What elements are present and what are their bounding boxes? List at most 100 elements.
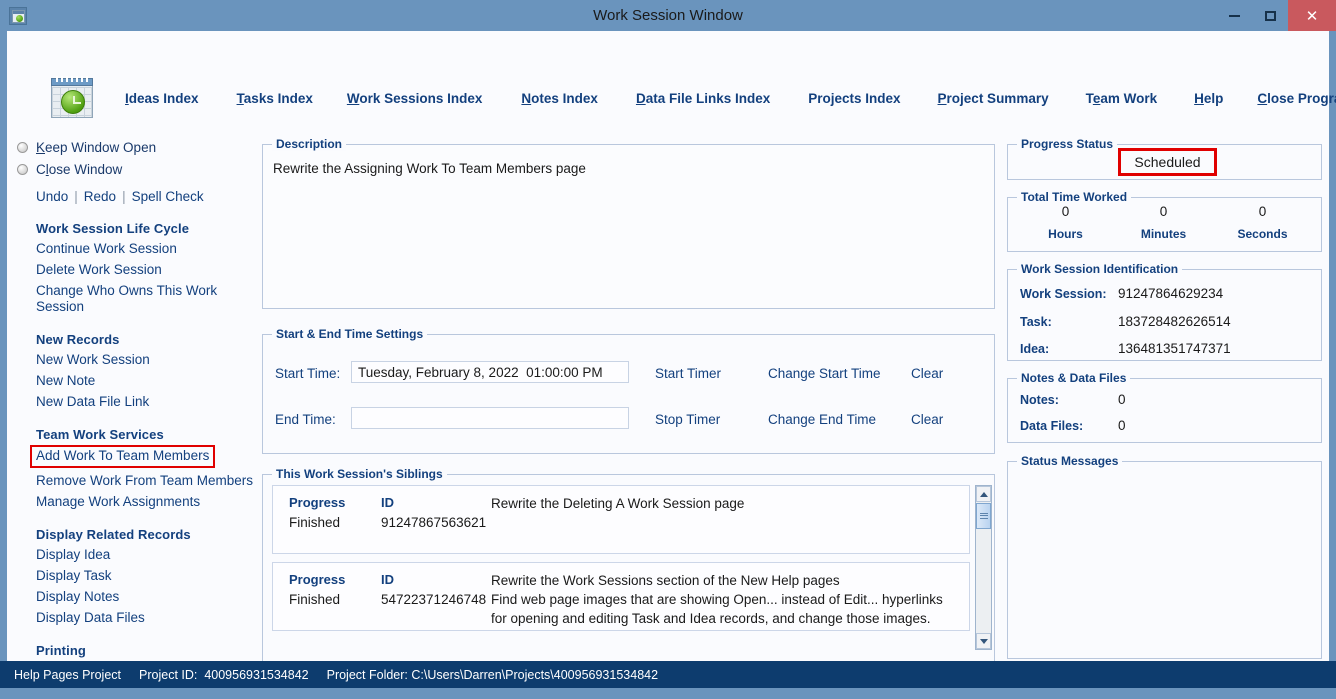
window-title: Work Session Window (0, 0, 1336, 31)
sidebar-item-change-who-owns-this-work-session[interactable]: Change Who Owns This Work Session (36, 283, 257, 315)
grip-icon (980, 513, 988, 519)
statusbar-project-name: Help Pages Project (14, 668, 121, 682)
status-bar: Help Pages Project Project ID: 400956931… (0, 661, 1336, 688)
change-end-time-link[interactable]: Change End Time (768, 412, 876, 427)
radio-circle-icon (17, 142, 28, 153)
clear-end-time-link[interactable]: Clear (911, 412, 943, 427)
menu-item-data-file-links-index[interactable]: Data File Links Index (636, 91, 770, 106)
total-time-worked-title: Total Time Worked (1017, 190, 1131, 204)
sidebar-item-remove-work-from-team-members[interactable]: Remove Work From Team Members (36, 473, 257, 489)
sidebar-item-display-task[interactable]: Display Task (36, 568, 257, 584)
notes-data-files-title: Notes & Data Files (1017, 371, 1130, 385)
radio-circle-icon (17, 164, 28, 175)
edit-actions: Undo | Redo | Spell Check (36, 189, 257, 204)
task-id-label: Task: (1020, 315, 1052, 329)
spell-check-link[interactable]: Spell Check (132, 189, 204, 204)
app-calendar-clock-icon (47, 73, 97, 123)
menu-item-work-sessions-index[interactable]: Work Sessions Index (347, 91, 483, 106)
sidebar-heading-printing: Printing (36, 643, 257, 658)
scroll-up-button[interactable] (976, 486, 991, 502)
sidebar-item-add-work-to-team-members[interactable]: Add Work To Team Members (30, 445, 215, 468)
minutes-caption: Minutes (1111, 227, 1216, 241)
end-time-input[interactable] (351, 407, 629, 429)
sidebar-item-new-note[interactable]: New Note (36, 373, 257, 389)
clear-start-time-link[interactable]: Clear (911, 366, 943, 381)
sibling-description: Rewrite the Work Sessions section of the… (491, 571, 956, 628)
stop-timer-link[interactable]: Stop Timer (655, 412, 720, 427)
radio-close-window[interactable]: Close Window (17, 158, 257, 180)
scroll-down-button[interactable] (976, 633, 991, 649)
sibling-progress-header: Progress (289, 495, 345, 510)
close-button[interactable]: ✕ (1288, 0, 1336, 31)
menu-item-projects-index[interactable]: Projects Index (808, 91, 900, 106)
toolbar: Ideas Index Tasks Index Work Sessions Inde… (7, 31, 1329, 107)
statusbar-project-folder: Project Folder: C:\Users\Darren\Projects… (327, 668, 658, 682)
total-time-worked-panel: Total Time Worked 0 Hours 0 Minutes 0 Se… (1007, 197, 1322, 252)
sibling-progress-header: Progress (289, 572, 345, 587)
siblings-panel-title: This Work Session's Siblings (272, 467, 447, 481)
menu-item-tasks-index[interactable]: Tasks Index (237, 91, 313, 106)
sibling-id-header: ID (381, 572, 394, 587)
progress-status-value[interactable]: Scheduled (1118, 148, 1217, 176)
sidebar-item-manage-work-assignments[interactable]: Manage Work Assignments (36, 494, 257, 510)
end-time-label: End Time: (275, 412, 336, 427)
sibling-progress-value: Finished (289, 592, 340, 607)
work-session-id-value: 91247864629234 (1118, 286, 1223, 301)
redo-link[interactable]: Redo (84, 189, 116, 204)
sidebar-item-display-idea[interactable]: Display Idea (36, 547, 257, 563)
sidebar-window-mode-radios: Keep Window OpenClose Window (17, 136, 257, 180)
minutes-value: 0 (1111, 204, 1216, 219)
hours-column: 0 Hours (1013, 204, 1118, 241)
sidebar-item-continue-work-session[interactable]: Continue Work Session (36, 241, 257, 257)
menu-item-notes-index[interactable]: Notes Index (521, 91, 598, 106)
progress-status-panel: Progress Status Scheduled (1007, 144, 1322, 180)
window-controls: ✕ (1216, 0, 1336, 31)
seconds-value: 0 (1210, 204, 1315, 219)
data-files-count-label: Data Files: (1020, 419, 1083, 433)
menu-item-close-program[interactable]: Close Program (1257, 91, 1336, 106)
sibling-id-value: 54722371246748 (381, 592, 486, 607)
sidebar-item-new-work-session[interactable]: New Work Session (36, 352, 257, 368)
sibling-row[interactable]: ProgressIDFinished91247867563621Rewrite … (272, 485, 970, 554)
sidebar-item-new-data-file-link[interactable]: New Data File Link (36, 394, 257, 410)
siblings-scrollbar[interactable] (975, 485, 992, 650)
data-files-count-value: 0 (1118, 418, 1126, 433)
description-text[interactable]: Rewrite the Assigning Work To Team Membe… (273, 161, 586, 176)
work-session-identification-panel: Work Session Identification Work Session… (1007, 269, 1322, 361)
siblings-list[interactable]: ProgressIDFinished91247867563621Rewrite … (272, 485, 970, 650)
sidebar-sections: Work Session Life Cycle Continue Work Ses… (17, 221, 257, 679)
menu-item-ideas-index[interactable]: Ideas Index (125, 91, 199, 106)
window-bottom-frame (0, 688, 1336, 699)
client-area: Ideas Index Tasks Index Work Sessions Inde… (7, 31, 1329, 661)
sidebar-item-display-notes[interactable]: Display Notes (36, 589, 257, 605)
identification-title: Work Session Identification (1017, 262, 1182, 276)
change-start-time-link[interactable]: Change Start Time (768, 366, 881, 381)
undo-link[interactable]: Undo (36, 189, 68, 204)
start-time-input[interactable] (351, 361, 629, 383)
scrollbar-thumb[interactable] (976, 503, 991, 529)
sidebar-item-display-data-files[interactable]: Display Data Files (36, 610, 257, 626)
sidebar-item-delete-work-session[interactable]: Delete Work Session (36, 262, 257, 278)
start-timer-link[interactable]: Start Timer (655, 366, 721, 381)
description-panel: Description Rewrite the Assigning Work T… (262, 144, 995, 309)
sidebar-heading-display-related-records: Display Related Records (36, 527, 257, 542)
maximize-icon (1265, 11, 1276, 21)
sidebar-heading-work-session-life-cycle: Work Session Life Cycle (36, 221, 257, 236)
sidebar-heading-new-records: New Records (36, 332, 257, 347)
task-id-value: 183728482626514 (1118, 314, 1231, 329)
maximize-button[interactable] (1252, 0, 1288, 31)
idea-id-label: Idea: (1020, 342, 1049, 356)
minimize-button[interactable] (1216, 0, 1252, 31)
menu-item-team-work[interactable]: Team Work (1086, 91, 1158, 106)
menu-item-help[interactable]: Help (1194, 91, 1223, 106)
sibling-row[interactable]: Progress ID Finished 54722371246748 Rewrite … (272, 562, 970, 631)
sibling-id-header: ID (381, 495, 394, 510)
work-session-id-label: Work Session: (1020, 287, 1107, 301)
seconds-column: 0 Seconds (1210, 204, 1315, 241)
sidebar-heading-team-work-services: Team Work Services (36, 427, 257, 442)
sibling-description: Rewrite the Deleting A Work Session page (491, 494, 956, 513)
notes-count-value: 0 (1118, 392, 1126, 407)
menu-item-project-summary[interactable]: Project Summary (938, 91, 1049, 106)
status-messages-title: Status Messages (1017, 454, 1122, 468)
radio-keep-window-open[interactable]: Keep Window Open (17, 136, 257, 158)
